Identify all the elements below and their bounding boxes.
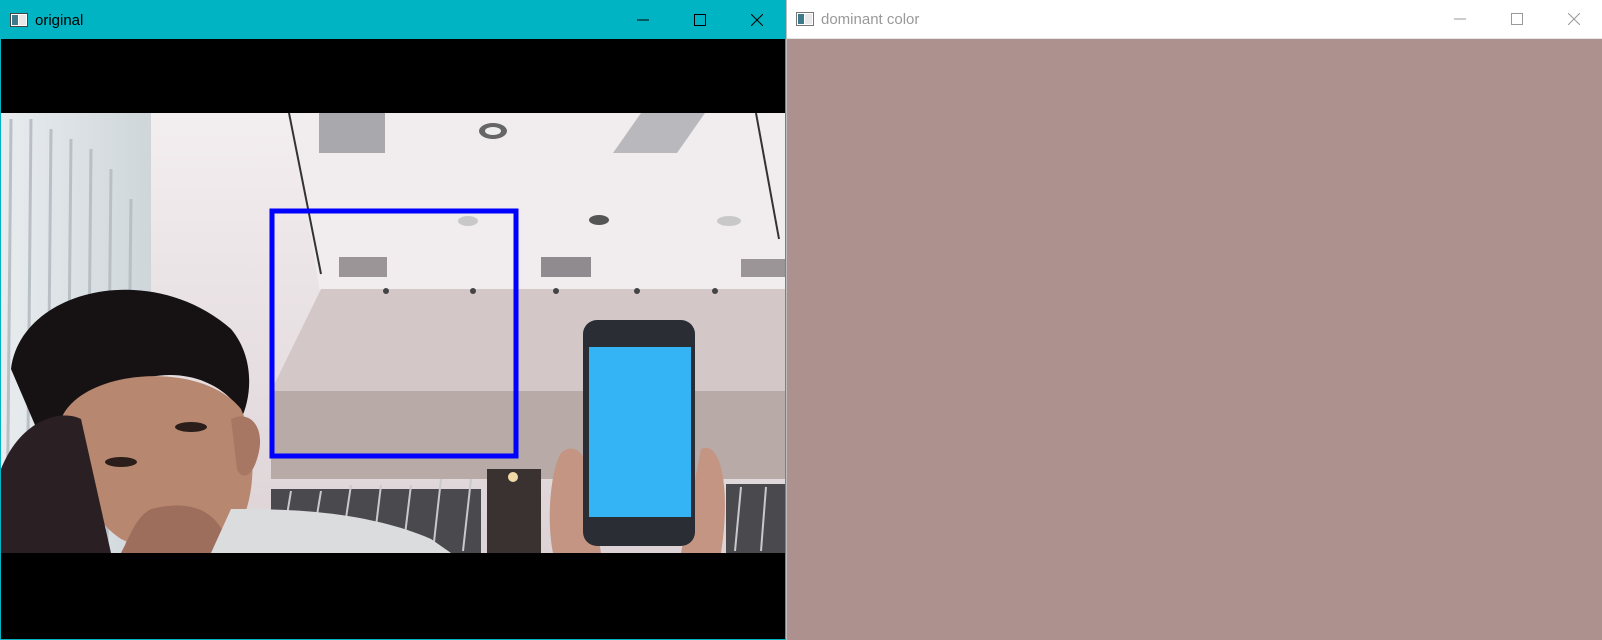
window-title: dominant color xyxy=(821,10,920,28)
minimize-button[interactable] xyxy=(614,1,671,39)
maximize-icon xyxy=(693,14,706,26)
camera-image xyxy=(1,39,785,639)
dominant-titlebar[interactable]: dominant color xyxy=(787,0,1602,39)
minimize-icon xyxy=(1453,18,1466,20)
maximize-icon xyxy=(1510,13,1523,25)
close-icon xyxy=(1567,13,1580,25)
minimize-button[interactable] xyxy=(1431,0,1488,38)
dominant-color-swatch xyxy=(787,39,1602,640)
original-window: original xyxy=(0,0,786,640)
original-titlebar[interactable]: original xyxy=(1,1,785,39)
close-button[interactable] xyxy=(1545,0,1602,38)
maximize-button[interactable] xyxy=(1488,0,1545,38)
window-title: original xyxy=(35,11,84,29)
minimize-icon xyxy=(636,19,649,21)
maximize-button[interactable] xyxy=(671,1,728,39)
phone-screen xyxy=(589,347,691,517)
dominant-color-window: dominant color xyxy=(786,0,1602,640)
camera-frame xyxy=(1,39,785,639)
close-icon xyxy=(750,14,763,26)
app-window-icon xyxy=(10,13,28,27)
app-window-icon xyxy=(796,12,814,26)
close-button[interactable] xyxy=(728,1,785,39)
